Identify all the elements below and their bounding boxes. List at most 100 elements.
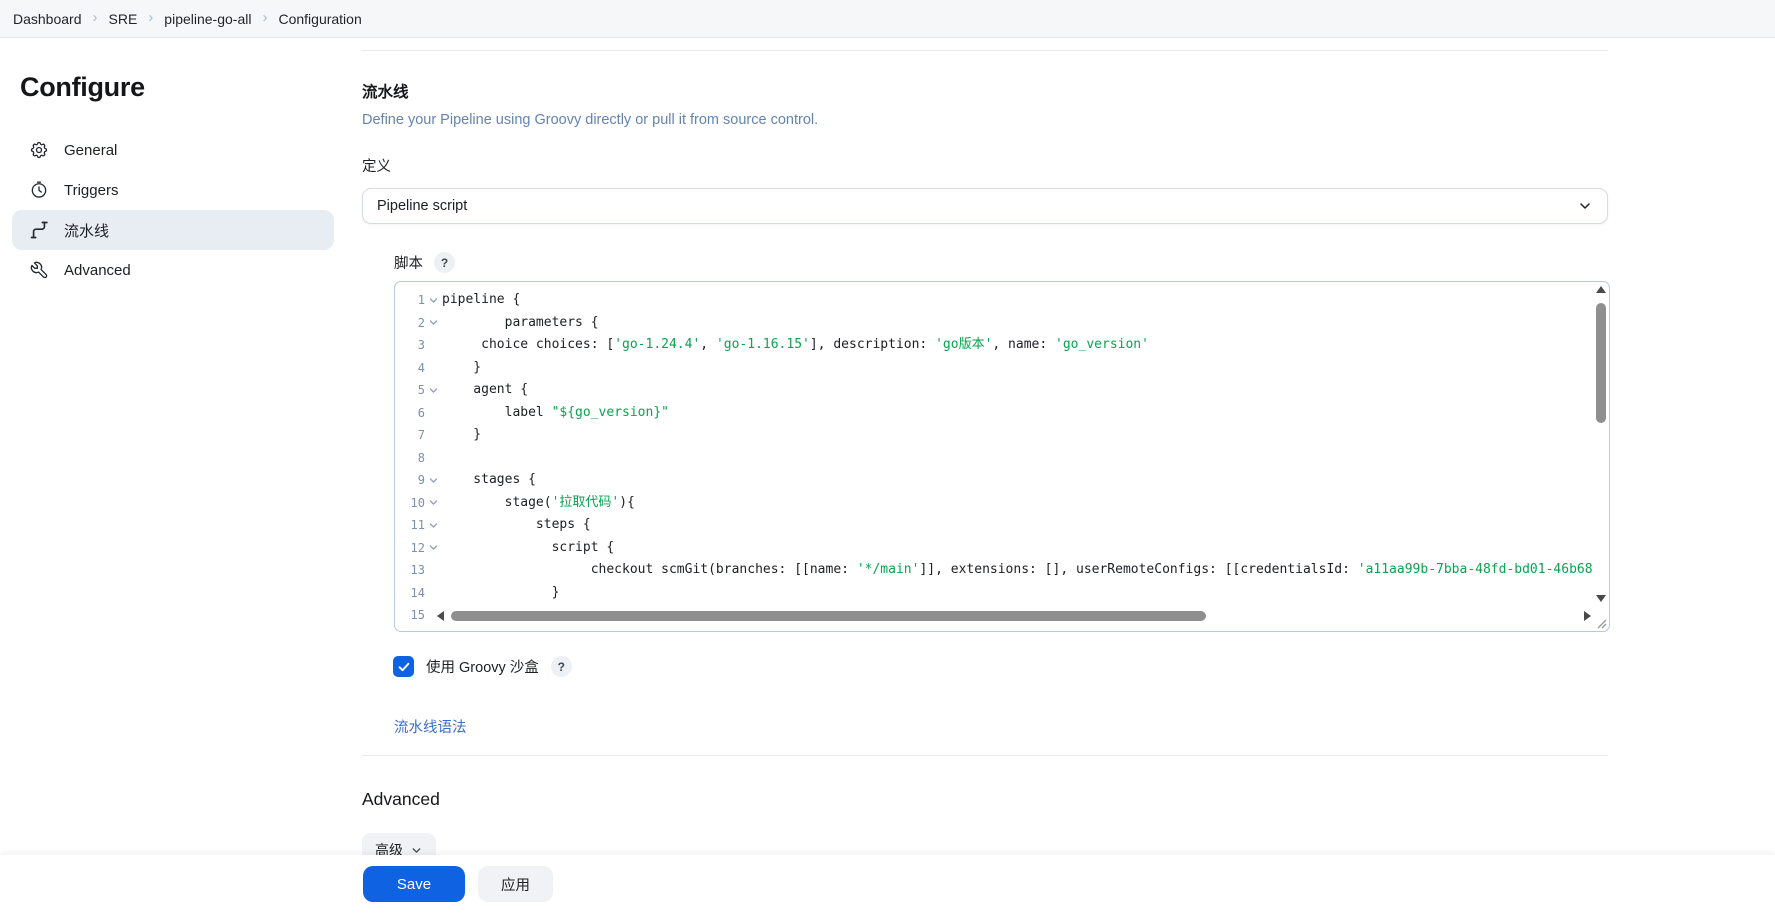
fold-toggle-icon[interactable] [425, 475, 442, 486]
pipeline-icon [29, 220, 49, 240]
code-line: 3 choice choices: ['go-1.24.4', 'go-1.16… [395, 334, 1609, 357]
code-line: 11 steps { [395, 514, 1609, 537]
code-text: checkout scmGit(branches: [[name: '*/mai… [442, 559, 1593, 582]
sidebar-item-clock[interactable]: Triggers [12, 170, 334, 210]
horizontal-scrollbar[interactable] [437, 608, 1591, 624]
line-number: 5 [395, 379, 425, 402]
code-line: 1 pipeline { [395, 289, 1609, 312]
fold-toggle-icon[interactable] [425, 385, 442, 396]
code-text: stages { [442, 469, 536, 492]
sidebar-item-gear[interactable]: General [12, 130, 334, 170]
vertical-scrollbar-thumb[interactable] [1596, 303, 1606, 423]
code-line: 8 [395, 447, 1609, 470]
breadcrumb-item-pipeline-go-all[interactable]: pipeline-go-all [164, 11, 251, 27]
code-line: 7 } [395, 424, 1609, 447]
sidebar-nav: General Triggers 流水线 Advanced [12, 130, 334, 290]
line-number: 6 [395, 402, 425, 425]
fold-toggle-icon[interactable] [425, 542, 442, 553]
code-line: 2 parameters { [395, 312, 1609, 335]
groovy-sandbox-label: 使用 Groovy 沙盒 [426, 656, 539, 677]
breadcrumb-separator-icon: › [262, 10, 267, 25]
definition-label: 定义 [362, 155, 391, 176]
code-line: 13 checkout scmGit(branches: [[name: '*/… [395, 559, 1609, 582]
fold-toggle-icon[interactable] [425, 520, 442, 531]
line-number: 11 [395, 514, 425, 537]
code-line: 6 label "${go_version}" [395, 402, 1609, 425]
breadcrumb-bar: Dashboard › SRE › pipeline-go-all › Configurat… [0, 0, 1775, 38]
code-line: 5 agent { [395, 379, 1609, 402]
advanced-section-title: Advanced [362, 789, 440, 810]
breadcrumb-item-dashboard[interactable]: Dashboard [13, 11, 82, 27]
section-divider-bottom [362, 755, 1608, 756]
line-number: 2 [395, 312, 425, 335]
line-number: 8 [395, 447, 425, 470]
definition-select[interactable]: Pipeline script [362, 188, 1608, 224]
code-text: choice choices: ['go-1.24.4', 'go-1.16.1… [442, 334, 1149, 357]
sidebar-item-label: Triggers [64, 182, 118, 199]
sidebar-item-wrench[interactable]: Advanced [12, 250, 334, 290]
code-text: script { [442, 537, 614, 560]
clock-icon [29, 180, 49, 200]
scroll-right-arrow-icon[interactable] [1584, 611, 1591, 621]
code-text: steps { [442, 514, 591, 537]
pipeline-description: Define your Pipeline using Groovy direct… [362, 112, 818, 128]
sidebar-item-label: General [64, 142, 117, 159]
horizontal-scrollbar-thumb[interactable] [451, 611, 1206, 621]
definition-select-value: Pipeline script [377, 198, 467, 214]
line-number: 3 [395, 334, 425, 357]
page-title: Configure [20, 72, 145, 102]
scroll-up-arrow-icon[interactable] [1596, 286, 1606, 293]
sidebar-item-pipeline[interactable]: 流水线 [12, 210, 334, 250]
line-number: 7 [395, 424, 425, 447]
sidebar-item-label: Advanced [64, 262, 131, 279]
resize-grip[interactable] [1595, 617, 1607, 629]
code-text: parameters { [442, 312, 599, 335]
script-label: 脚本 [394, 252, 423, 273]
save-button[interactable]: Save [363, 866, 465, 902]
code-text: } [442, 424, 481, 447]
chevron-down-icon [1577, 198, 1593, 214]
code-text: } [442, 582, 559, 605]
code-text: agent { [442, 379, 528, 402]
breadcrumb: Dashboard › SRE › pipeline-go-all › Configurat… [13, 11, 362, 27]
code-text: } [442, 357, 481, 380]
line-number: 15 [395, 604, 425, 627]
vertical-scrollbar[interactable] [1595, 286, 1607, 602]
checkmark-icon [397, 660, 411, 674]
breadcrumb-separator-icon: › [93, 10, 98, 25]
line-number: 10 [395, 492, 425, 515]
code-line: 14 } [395, 582, 1609, 605]
breadcrumb-item-sre[interactable]: SRE [109, 11, 138, 27]
code-text: label "${go_version}" [442, 402, 669, 425]
breadcrumb-item-configuration[interactable]: Configuration [278, 11, 361, 27]
groovy-sandbox-checkbox[interactable] [393, 656, 414, 677]
section-divider-top [362, 50, 1608, 51]
scroll-left-arrow-icon[interactable] [437, 611, 444, 621]
script-code-editor[interactable]: 1 pipeline { 2 parameters { 3 choice cho… [394, 281, 1610, 632]
code-line: 9 stages { [395, 469, 1609, 492]
code-text: stage('拉取代码'){ [442, 492, 635, 515]
sandbox-help-button[interactable]: ? [551, 656, 572, 677]
fold-toggle-icon[interactable] [425, 497, 442, 508]
wrench-icon [29, 260, 49, 280]
pipeline-section-title: 流水线 [362, 80, 409, 102]
sidebar-item-label: 流水线 [64, 220, 109, 241]
line-number: 14 [395, 582, 425, 605]
pipeline-syntax-link[interactable]: 流水线语法 [394, 716, 467, 737]
line-number: 1 [395, 289, 425, 312]
code-text: pipeline { [442, 289, 520, 312]
fold-toggle-icon[interactable] [425, 295, 442, 306]
apply-button[interactable]: 应用 [478, 866, 553, 902]
code-line: 10 stage('拉取代码'){ [395, 492, 1609, 515]
line-number: 9 [395, 469, 425, 492]
line-number: 12 [395, 537, 425, 560]
code-lines: 1 pipeline { 2 parameters { 3 choice cho… [395, 289, 1609, 627]
scroll-down-arrow-icon[interactable] [1596, 595, 1606, 602]
action-bar: Save 应用 [0, 855, 1775, 913]
gear-icon [29, 140, 49, 160]
script-help-button[interactable]: ? [434, 252, 455, 273]
breadcrumb-separator-icon: › [148, 10, 153, 25]
code-line: 4 } [395, 357, 1609, 380]
fold-toggle-icon[interactable] [425, 317, 442, 328]
line-number: 4 [395, 357, 425, 380]
